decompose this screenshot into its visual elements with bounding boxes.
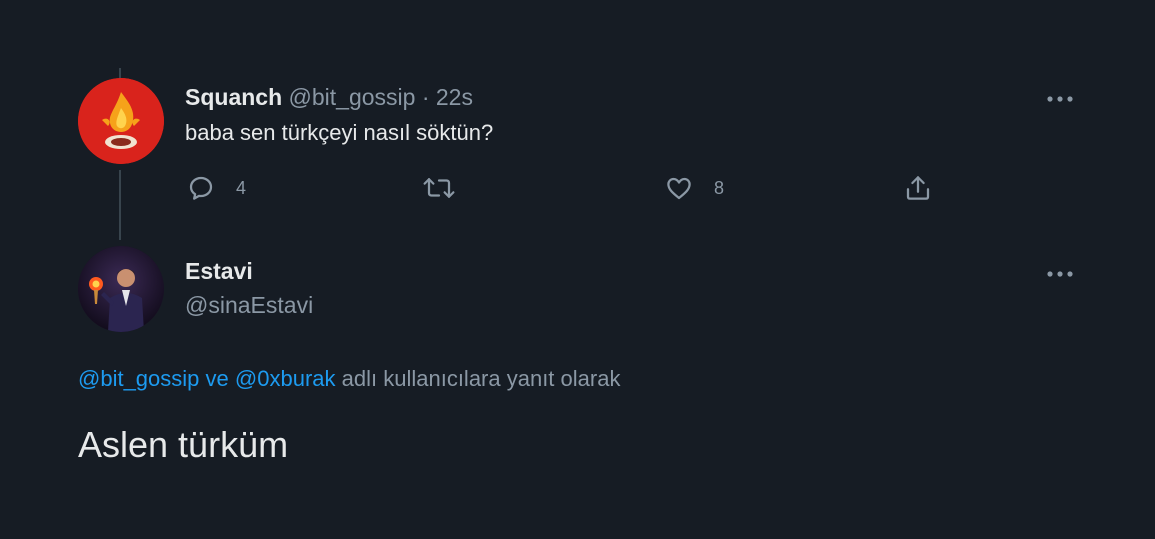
mention-link-2[interactable]: @0xburak xyxy=(235,366,336,391)
more-options-button[interactable] xyxy=(1044,86,1076,106)
reply-bubble-icon xyxy=(189,176,213,200)
heart-icon xyxy=(667,177,691,200)
more-options-button[interactable] xyxy=(1044,261,1076,281)
separator-dot: · xyxy=(421,84,430,110)
reply-count: 4 xyxy=(236,177,247,198)
tweet-text: baba sen türkçeyi nasıl söktün? xyxy=(185,120,494,145)
share-icon xyxy=(906,176,930,200)
share-button[interactable] xyxy=(903,172,933,204)
display-name[interactable]: Squanch xyxy=(185,84,282,110)
avatar[interactable] xyxy=(78,246,164,332)
like-count: 8 xyxy=(714,177,725,198)
like-button[interactable]: 8 xyxy=(664,172,724,204)
more-horizontal-icon xyxy=(1047,96,1073,102)
conjunction: ve xyxy=(205,366,229,391)
reply-button[interactable]: 4 xyxy=(186,172,246,204)
user-handle[interactable]: @sinaEstavi xyxy=(185,292,313,319)
retweet-button[interactable] xyxy=(421,172,457,204)
flame-logo-icon xyxy=(78,78,164,164)
display-name[interactable]: Estavi xyxy=(185,258,253,285)
retweet-icon xyxy=(423,178,455,198)
mention-link-1[interactable]: @bit_gossip xyxy=(78,366,199,391)
replying-suffix: adlı kullanıcılara yanıt olarak xyxy=(341,366,621,391)
user-handle[interactable]: @bit_gossip xyxy=(289,84,416,110)
replying-to-line: @bit_gossip ve @0xburak adlı kullanıcıla… xyxy=(78,366,620,392)
avatar[interactable] xyxy=(78,78,164,164)
thread-connector-line xyxy=(119,170,121,240)
more-horizontal-icon xyxy=(1047,271,1073,277)
parent-tweet-header: Squanch @bit_gossip · 22s xyxy=(185,84,473,111)
timestamp[interactable]: 22s xyxy=(436,84,473,110)
tweet-text: Aslen türküm xyxy=(78,424,289,465)
profile-photo-icon xyxy=(78,246,164,332)
